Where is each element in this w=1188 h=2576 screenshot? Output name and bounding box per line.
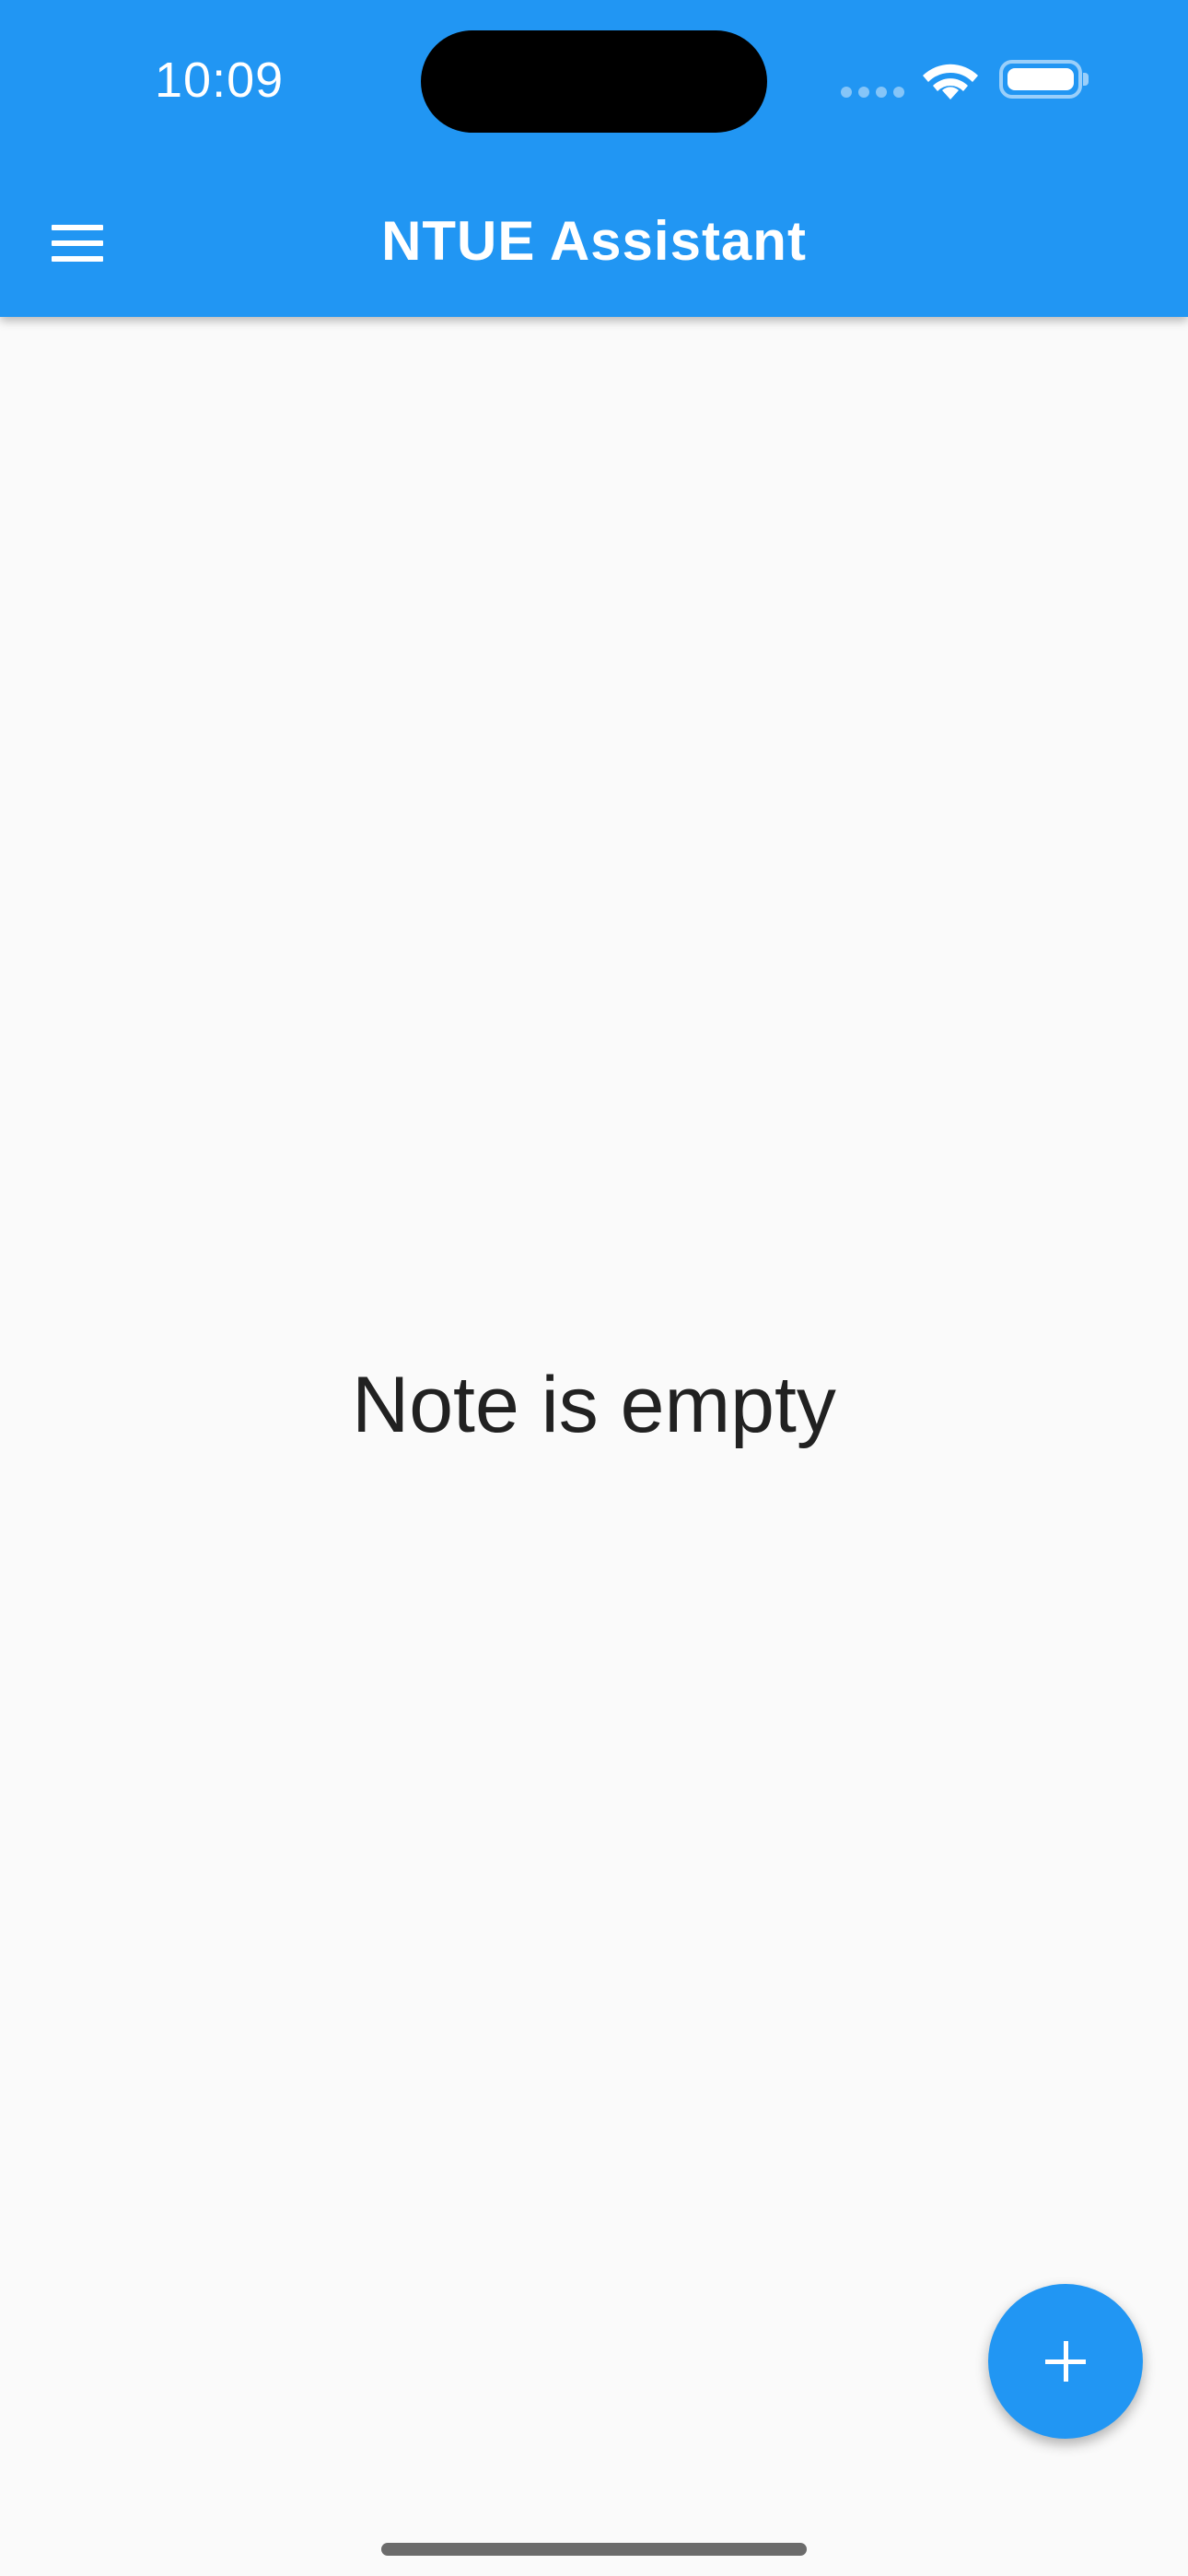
- battery-icon: [999, 60, 1082, 99]
- empty-state-message: Note is empty: [352, 1361, 836, 1449]
- status-bar-time: 10:09: [155, 53, 285, 108]
- cellular-signal-icon: [841, 87, 905, 98]
- plus-icon: [1045, 2341, 1086, 2382]
- wifi-icon: [923, 64, 978, 100]
- home-indicator[interactable]: [381, 2543, 807, 2556]
- app-bar: 10:09 NTUE Assistant: [0, 0, 1188, 317]
- add-note-button[interactable]: [988, 2284, 1143, 2439]
- battery-cap: [1083, 73, 1089, 86]
- dynamic-island: [421, 30, 767, 133]
- app-title: NTUE Assistant: [381, 210, 807, 272]
